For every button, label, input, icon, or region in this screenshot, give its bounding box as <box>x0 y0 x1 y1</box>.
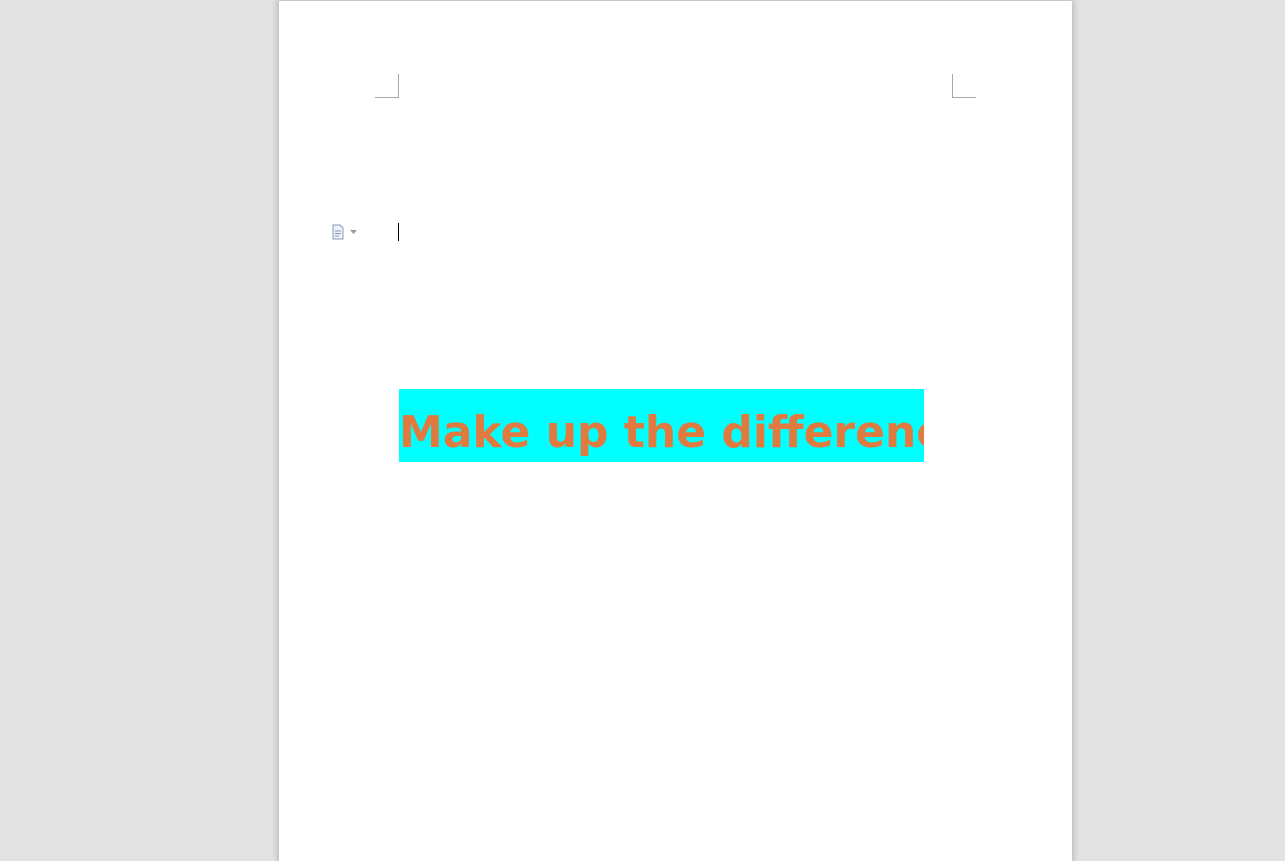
document-workspace: Make up the difference <box>0 0 1285 861</box>
chevron-down-icon <box>350 230 357 234</box>
paste-options-icon <box>331 224 345 240</box>
paste-options-button[interactable] <box>331 223 361 241</box>
highlighted-text[interactable]: Make up the difference <box>399 389 924 462</box>
text-cursor <box>398 223 399 241</box>
document-page[interactable]: Make up the difference <box>279 1 1072 861</box>
margin-corner-top-left <box>375 74 399 98</box>
margin-corner-top-right <box>952 74 976 98</box>
